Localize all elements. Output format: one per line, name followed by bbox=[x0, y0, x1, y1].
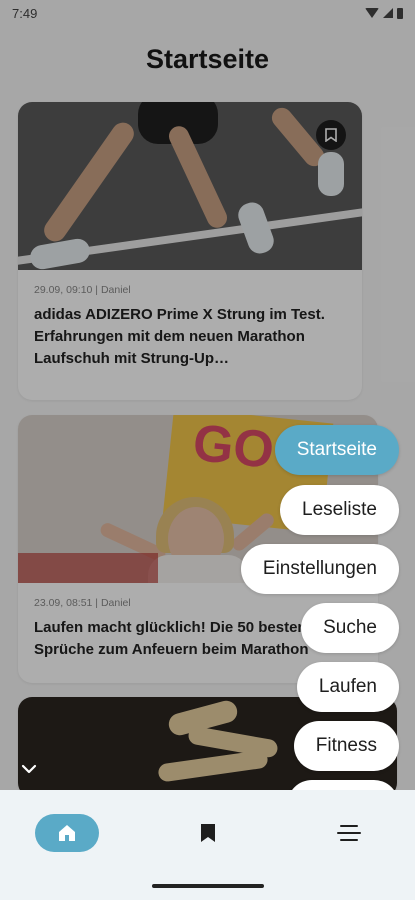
bottom-navigation bbox=[0, 790, 415, 900]
nav-home-button[interactable] bbox=[35, 814, 99, 852]
fab-item-fitness[interactable]: Fitness bbox=[293, 721, 399, 771]
bookmark-icon bbox=[201, 824, 215, 842]
app-screen: 7:49 Startseite 29.09, 09:10 | Daniel ad… bbox=[0, 0, 415, 900]
fab-item-laufen[interactable]: Laufen bbox=[296, 662, 399, 712]
fab-item-suche[interactable]: Suche bbox=[301, 603, 399, 653]
fab-item-einstellungen[interactable]: Einstellungen bbox=[240, 544, 399, 594]
fab-item-leseliste[interactable]: Leseliste bbox=[280, 485, 399, 535]
nav-bookmark-button[interactable] bbox=[196, 820, 220, 846]
fab-item-startseite[interactable]: Startseite bbox=[274, 425, 399, 475]
chevron-down-icon[interactable] bbox=[20, 760, 38, 778]
home-icon bbox=[59, 825, 75, 841]
gesture-bar[interactable] bbox=[152, 884, 264, 888]
menu-icon bbox=[337, 825, 361, 841]
nav-menu-button[interactable] bbox=[336, 822, 362, 844]
